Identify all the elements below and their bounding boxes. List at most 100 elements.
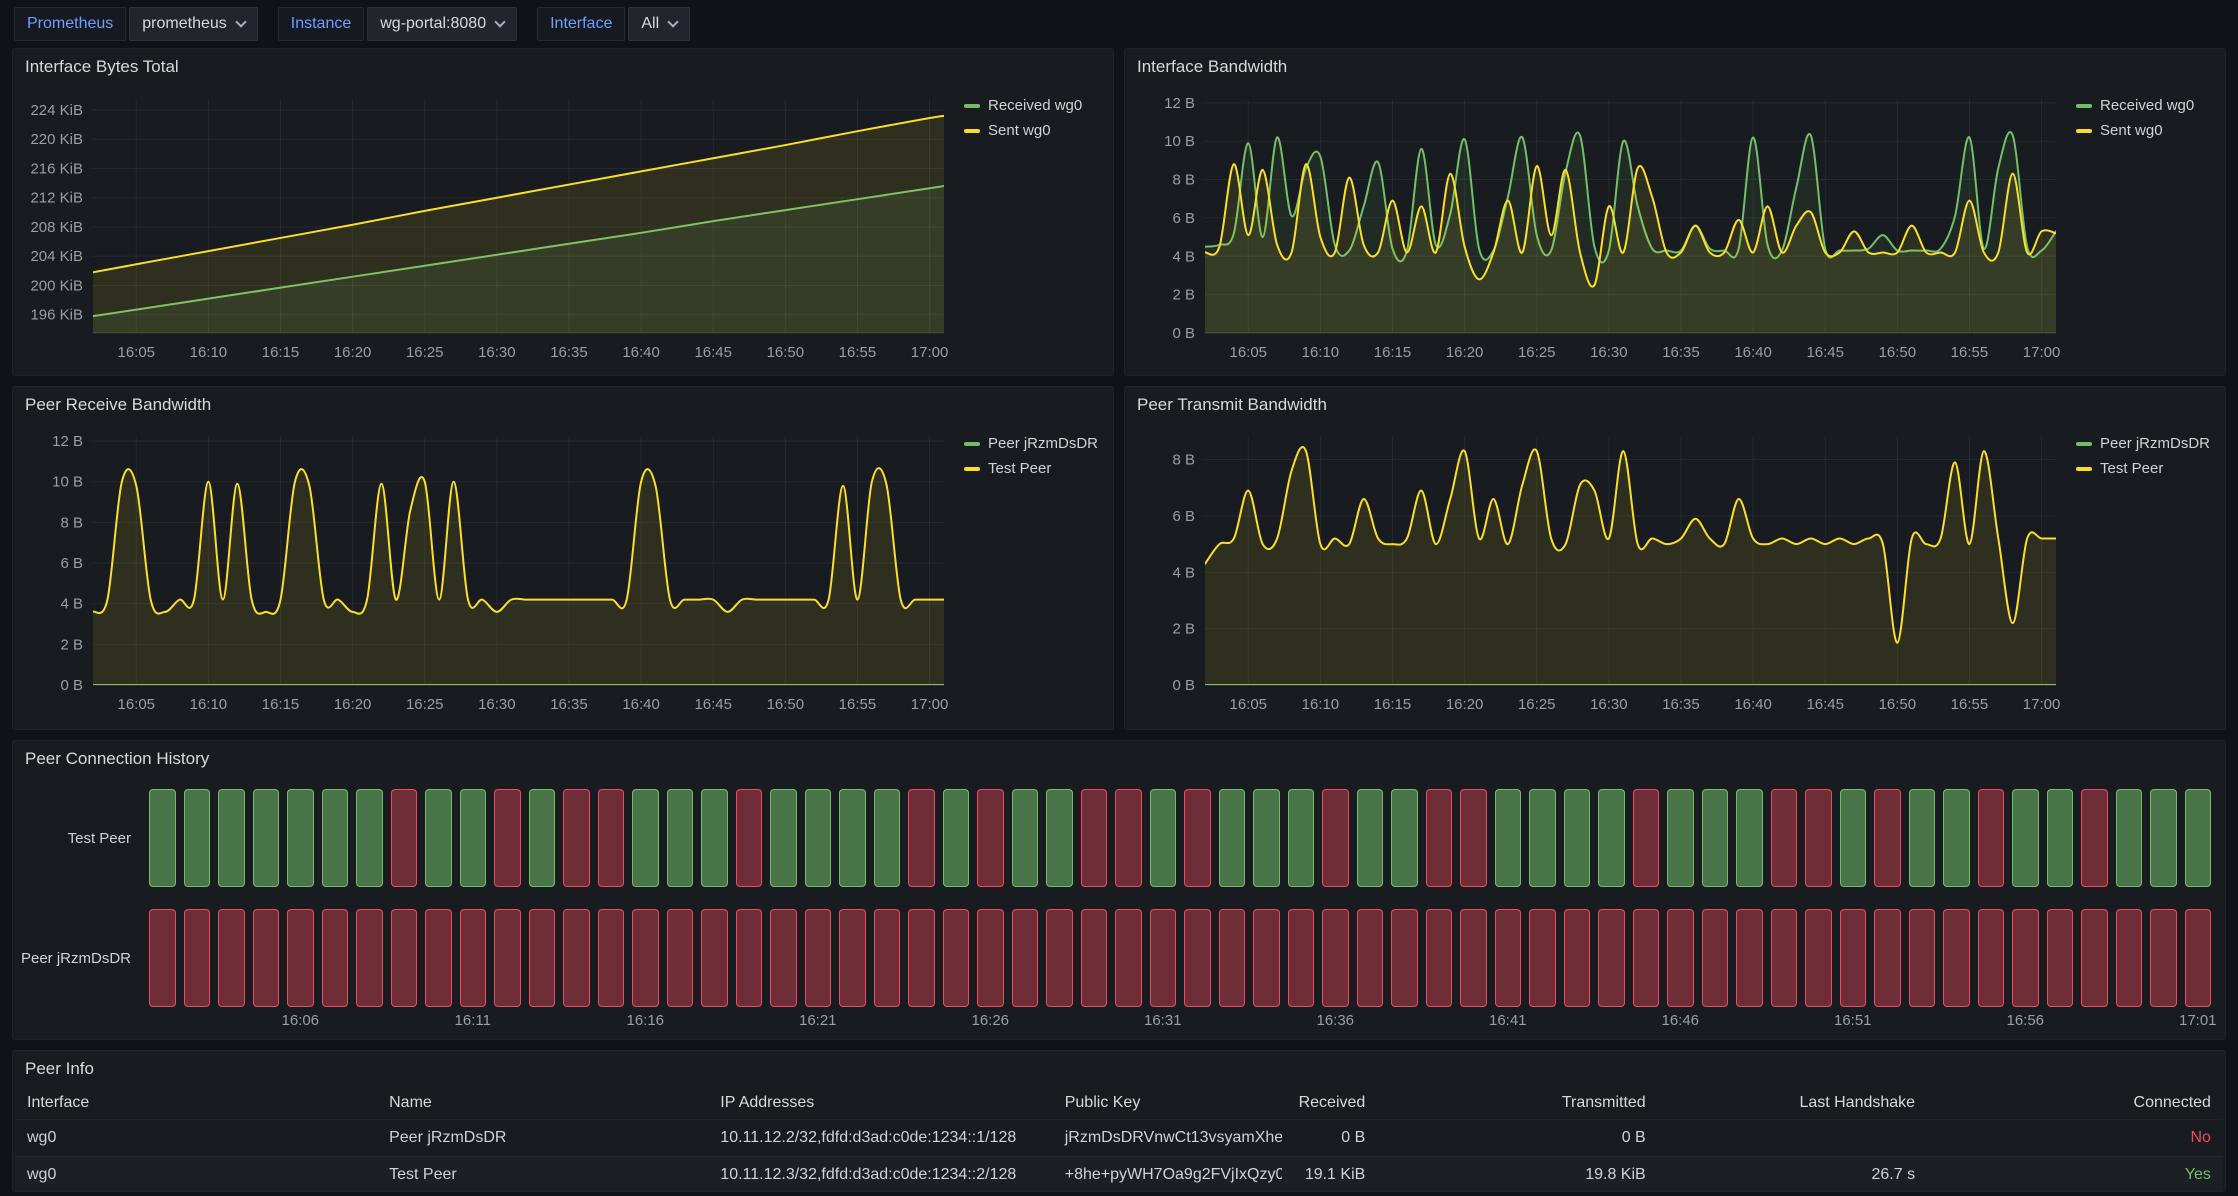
legend-item[interactable]: Test Peer — [964, 460, 1105, 477]
state-disconnected-bar — [1702, 909, 1729, 1007]
state-connected-bar — [253, 789, 280, 887]
state-connected-bar — [184, 789, 211, 887]
table-cell: Peer jRzmDsDR — [377, 1120, 708, 1156]
column-header-received[interactable]: Received — [1282, 1087, 1377, 1119]
timeseries-chart[interactable]: 0 B2 B4 B6 B8 B10 B12 B16:0516:1016:1516… — [13, 423, 958, 719]
state-connected-bar — [632, 789, 659, 887]
column-header-ip-addresses[interactable]: IP Addresses — [708, 1087, 1052, 1119]
svg-text:16:25: 16:25 — [1518, 344, 1556, 361]
timeline-bars[interactable] — [145, 909, 2215, 1007]
svg-text:16:30: 16:30 — [1590, 344, 1628, 361]
svg-text:16:10: 16:10 — [190, 696, 228, 713]
state-connected-bar — [1253, 789, 1280, 887]
state-connected-bar — [1667, 789, 1694, 887]
svg-text:16:40: 16:40 — [622, 696, 660, 713]
state-disconnected-bar — [908, 789, 935, 887]
svg-text:220 KiB: 220 KiB — [30, 131, 83, 148]
legend-item[interactable]: Received wg0 — [2076, 97, 2217, 114]
state-connected-bar — [425, 789, 452, 887]
svg-text:16:20: 16:20 — [334, 696, 372, 713]
dashboard-grid: Interface Bytes Total 196 KiB200 KiB204 … — [0, 48, 2238, 1192]
timeseries-chart[interactable]: 0 B2 B4 B6 B8 B16:0516:1016:1516:2016:25… — [1125, 423, 2070, 719]
svg-text:16:40: 16:40 — [622, 344, 660, 361]
timeline-row: Peer jRzmDsDR — [17, 909, 2215, 1007]
table-cell: wg0 — [15, 1120, 377, 1156]
svg-text:6 B: 6 B — [1172, 210, 1195, 227]
panel-title[interactable]: Peer Connection History — [13, 741, 2225, 777]
state-disconnected-bar — [2150, 909, 2177, 1007]
svg-text:12 B: 12 B — [1164, 95, 1195, 112]
state-connected-bar — [2012, 789, 2039, 887]
legend-item[interactable]: Peer jRzmDsDR — [964, 435, 1105, 452]
legend-item[interactable]: Received wg0 — [964, 97, 1105, 114]
state-disconnected-bar — [322, 909, 349, 1007]
svg-text:16:40: 16:40 — [1734, 696, 1772, 713]
svg-text:8 B: 8 B — [1172, 172, 1195, 189]
legend: Peer jRzmDsDR Test Peer — [958, 423, 1113, 719]
state-disconnected-bar — [1288, 909, 1315, 1007]
state-disconnected-bar — [425, 909, 452, 1007]
x-tick-label: 16:06 — [281, 1012, 319, 1029]
svg-text:16:45: 16:45 — [694, 696, 732, 713]
state-disconnected-bar — [736, 789, 763, 887]
state-disconnected-bar — [391, 909, 418, 1007]
svg-text:16:20: 16:20 — [1446, 696, 1484, 713]
legend-item[interactable]: Sent wg0 — [2076, 122, 2217, 139]
panel-title[interactable]: Interface Bytes Total — [13, 49, 1113, 85]
state-disconnected-bar — [1978, 789, 2005, 887]
state-disconnected-bar — [1253, 909, 1280, 1007]
state-disconnected-bar — [1564, 909, 1591, 1007]
column-header-connected[interactable]: Connected — [1927, 1087, 2223, 1119]
timeseries-chart[interactable]: 196 KiB200 KiB204 KiB208 KiB212 KiB216 K… — [13, 85, 958, 367]
svg-text:12 B: 12 B — [52, 433, 83, 450]
svg-text:16:50: 16:50 — [767, 344, 805, 361]
column-header-public-key[interactable]: Public Key — [1053, 1087, 1283, 1119]
svg-text:16:35: 16:35 — [1662, 344, 1700, 361]
state-connected-bar — [1391, 789, 1418, 887]
x-tick-label: 16:36 — [1316, 1012, 1354, 1029]
svg-text:16:15: 16:15 — [262, 696, 300, 713]
svg-text:17:00: 17:00 — [911, 696, 949, 713]
state-connected-bar — [1357, 789, 1384, 887]
legend-series-color — [964, 467, 980, 471]
legend-item[interactable]: Test Peer — [2076, 460, 2217, 477]
column-header-last-handshake[interactable]: Last Handshake — [1658, 1087, 1927, 1119]
state-connected-bar — [460, 789, 487, 887]
panel-title[interactable]: Peer Transmit Bandwidth — [1125, 387, 2225, 423]
panel-title[interactable]: Peer Info — [13, 1051, 2225, 1087]
state-disconnected-bar — [1874, 909, 1901, 1007]
peer-connection-history-body[interactable]: Test PeerPeer jRzmDsDR16:0616:1116:1616:… — [13, 777, 2225, 1033]
column-header-transmitted[interactable]: Transmitted — [1377, 1087, 1657, 1119]
legend: Received wg0 Sent wg0 — [2070, 85, 2225, 367]
state-connected-bar — [218, 789, 245, 887]
state-disconnected-bar — [1184, 789, 1211, 887]
panel-title[interactable]: Interface Bandwidth — [1125, 49, 2225, 85]
variable-instance-select[interactable]: wg-portal:8080 — [367, 7, 517, 41]
column-header-name[interactable]: Name — [377, 1087, 708, 1119]
state-connected-bar — [322, 789, 349, 887]
state-connected-bar — [701, 789, 728, 887]
svg-text:16:05: 16:05 — [1229, 344, 1267, 361]
legend-item[interactable]: Sent wg0 — [964, 122, 1105, 139]
svg-text:16:10: 16:10 — [190, 344, 228, 361]
state-disconnected-bar — [184, 909, 211, 1007]
svg-text:10 B: 10 B — [1164, 133, 1195, 150]
svg-text:16:45: 16:45 — [1806, 696, 1844, 713]
state-connected-bar — [1012, 789, 1039, 887]
state-disconnected-bar — [1046, 909, 1073, 1007]
legend-item[interactable]: Peer jRzmDsDR — [2076, 435, 2217, 452]
state-disconnected-bar — [1771, 789, 1798, 887]
state-disconnected-bar — [529, 909, 556, 1007]
timeseries-chart[interactable]: 0 B2 B4 B6 B8 B10 B12 B16:0516:1016:1516… — [1125, 85, 2070, 367]
column-header-interface[interactable]: Interface — [15, 1087, 377, 1119]
variable-prometheus-select[interactable]: prometheus — [129, 7, 258, 41]
timeline-bars[interactable] — [145, 789, 2215, 887]
state-disconnected-bar — [2012, 909, 2039, 1007]
svg-text:2 B: 2 B — [1172, 621, 1195, 638]
svg-text:17:00: 17:00 — [2023, 344, 2061, 361]
table-row: wg0Peer jRzmDsDR10.11.12.2/32,fdfd:d3ad:… — [15, 1119, 2223, 1156]
state-disconnected-bar — [1598, 909, 1625, 1007]
state-disconnected-bar — [563, 789, 590, 887]
panel-title[interactable]: Peer Receive Bandwidth — [13, 387, 1113, 423]
variable-interface-select[interactable]: All — [628, 7, 690, 41]
